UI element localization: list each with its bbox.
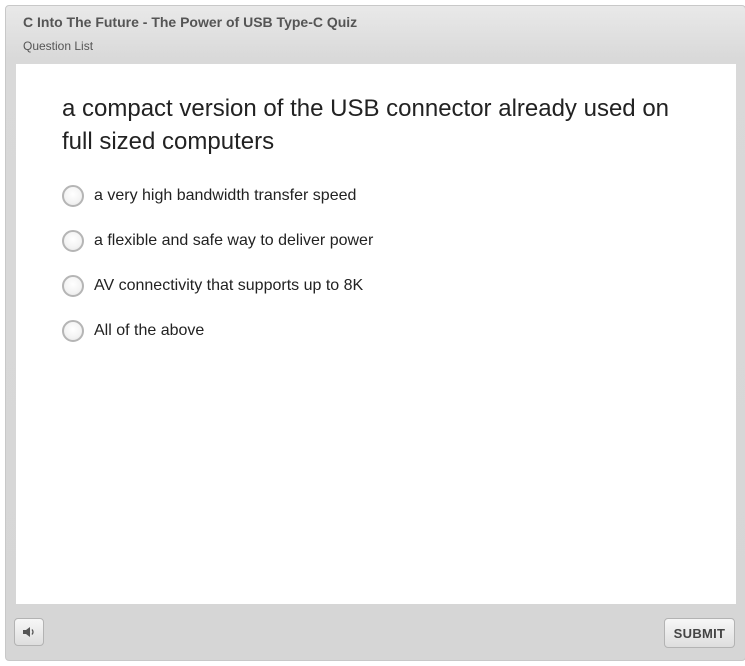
- quiz-player: C Into The Future - The Power of USB Typ…: [5, 5, 745, 661]
- radio-button[interactable]: [62, 230, 84, 252]
- speaker-icon: [23, 627, 34, 637]
- answer-choice-1[interactable]: a very high bandwidth transfer speed: [62, 182, 356, 210]
- submit-button[interactable]: SUBMIT: [664, 618, 735, 648]
- radio-button[interactable]: [62, 320, 84, 342]
- answer-choice-4[interactable]: All of the above: [62, 317, 204, 345]
- volume-button[interactable]: [14, 618, 44, 646]
- player-header: C Into The Future - The Power of USB Typ…: [6, 6, 745, 64]
- question-slide: a compact version of the USB connector a…: [16, 64, 736, 604]
- choice-label: a flexible and safe way to deliver power: [94, 232, 374, 249]
- choice-label: AV connectivity that supports up to 8K: [94, 277, 364, 294]
- choice-label: a very high bandwidth transfer speed: [94, 187, 357, 204]
- quiz-title: C Into The Future - The Power of USB Typ…: [23, 14, 358, 30]
- question-text: a compact version of the USB connector a…: [62, 95, 670, 155]
- question-list-link[interactable]: Question List: [23, 39, 93, 53]
- answer-choice-2[interactable]: a flexible and safe way to deliver power: [62, 227, 373, 255]
- radio-button[interactable]: [62, 275, 84, 297]
- radio-button[interactable]: [62, 185, 84, 207]
- choice-label: All of the above: [94, 322, 205, 339]
- answer-choice-3[interactable]: AV connectivity that supports up to 8K: [62, 272, 363, 300]
- player-footer: SUBMIT: [6, 604, 745, 660]
